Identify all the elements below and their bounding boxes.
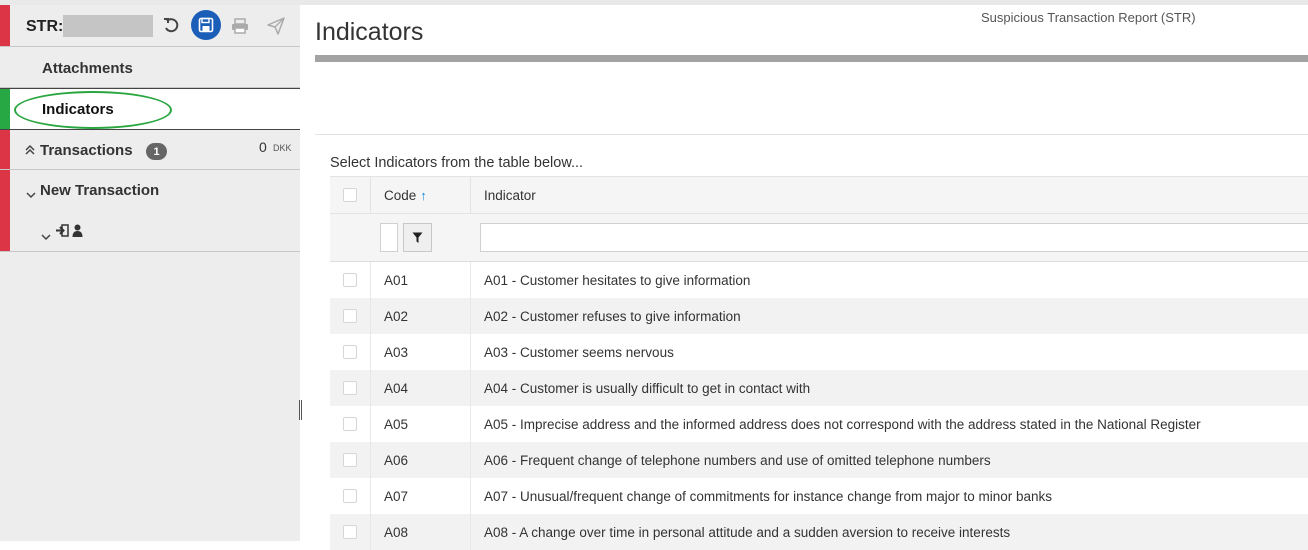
table-row[interactable]: A03 A03 - Customer seems nervous [330, 334, 1308, 370]
chevron-up-icon[interactable] [25, 143, 35, 161]
row-checkbox-cell [330, 514, 371, 550]
row-checkbox-cell [330, 262, 371, 298]
table-body: A01 A01 - Customer hesitates to give info… [330, 262, 1308, 550]
status-bar [0, 170, 10, 251]
indicator-cell: A03 - Customer seems nervous [484, 344, 674, 360]
save-icon [198, 17, 214, 33]
indicator-cell: A08 - A change over time in personal att… [484, 524, 1011, 540]
sidebar: STR: Attachments Indicators Transactions… [0, 5, 300, 541]
print-icon[interactable] [229, 15, 251, 37]
row-checkbox-cell [330, 406, 371, 442]
undo-icon[interactable] [160, 15, 182, 37]
filter-button[interactable] [403, 223, 432, 252]
sidebar-item-label: Attachments [42, 60, 133, 77]
table-row[interactable]: A01 A01 - Customer hesitates to give info… [330, 262, 1308, 298]
code-cell: A02 [371, 298, 471, 334]
row-checkbox-cell [330, 298, 371, 334]
code-cell: A05 [371, 406, 471, 442]
table-row[interactable]: A06 A06 - Frequent change of telephone nu… [330, 442, 1308, 478]
code-filter-input[interactable] [380, 223, 398, 252]
chevron-down-icon[interactable] [26, 186, 36, 204]
indicator-cell: A01 - Customer hesitates to give informa… [484, 272, 751, 288]
str-label: STR: [26, 18, 64, 35]
sidebar-item-indicators[interactable]: Indicators [0, 88, 300, 130]
sort-asc-icon: ↑ [420, 187, 427, 203]
report-type: Suspicious Transaction Report (STR) [981, 10, 1196, 25]
status-bar [0, 89, 10, 129]
amount-value: 0 [259, 139, 267, 155]
table-row[interactable]: A08 A08 - A change over time in personal … [330, 514, 1308, 550]
filter-icon [412, 232, 423, 243]
str-number-redacted [63, 15, 153, 37]
row-checkbox[interactable] [343, 381, 357, 395]
sidebar-item-new-transaction[interactable]: New Transaction [0, 170, 300, 252]
section-divider [315, 134, 1308, 135]
column-header-code[interactable]: Code ↑ [371, 177, 471, 213]
indicator-cell: A06 - Frequent change of telephone numbe… [484, 452, 991, 468]
select-all-checkbox[interactable] [343, 188, 357, 202]
status-bar [0, 130, 10, 169]
row-checkbox[interactable] [343, 525, 357, 539]
panel-splitter[interactable] [299, 400, 302, 420]
header-checkbox-cell [330, 177, 371, 213]
send-icon[interactable] [265, 15, 287, 37]
column-header-label: Indicator [484, 187, 536, 203]
row-checkbox[interactable] [343, 345, 357, 359]
filter-row [330, 214, 1308, 262]
indicator-cell: A07 - Unusual/frequent change of commitm… [484, 488, 1053, 504]
status-bar [0, 5, 10, 46]
count-badge: 1 [146, 143, 167, 160]
sidebar-item-label: Transactions [40, 142, 133, 159]
indicators-table: Code ↑ Indicator A01 A01 - Customer hesit… [330, 176, 1308, 550]
code-cell: A01 [371, 262, 471, 298]
sidebar-item-transactions[interactable]: Transactions 1 0 DKK [0, 130, 300, 170]
row-checkbox[interactable] [343, 453, 357, 467]
code-cell: A07 [371, 478, 471, 514]
row-checkbox[interactable] [343, 309, 357, 323]
str-header: STR: [0, 5, 300, 47]
user-icon [72, 224, 83, 242]
title-divider [315, 55, 1308, 62]
indicator-filter-input[interactable] [480, 223, 1308, 252]
row-checkbox[interactable] [343, 489, 357, 503]
table-header: Code ↑ Indicator [330, 176, 1308, 214]
sign-in-icon [55, 224, 69, 242]
row-checkbox-cell [330, 442, 371, 478]
indicator-cell: A04 - Customer is usually difficult to g… [484, 380, 811, 396]
table-row[interactable]: A05 A05 - Imprecise address and the infor… [330, 406, 1308, 442]
table-row[interactable]: A02 A02 - Customer refuses to give inform… [330, 298, 1308, 334]
row-checkbox[interactable] [343, 417, 357, 431]
sidebar-item-label: Indicators [42, 101, 114, 118]
table-row[interactable]: A07 A07 - Unusual/frequent change of comm… [330, 478, 1308, 514]
row-checkbox-cell [330, 334, 371, 370]
row-checkbox[interactable] [343, 273, 357, 287]
indicator-cell: A02 - Customer refuses to give informati… [484, 308, 741, 324]
code-cell: A04 [371, 370, 471, 406]
sidebar-item-label: New Transaction [40, 182, 160, 199]
save-button[interactable] [191, 10, 221, 40]
indicator-cell: A05 - Imprecise address and the informed… [484, 416, 1201, 432]
code-cell: A08 [371, 514, 471, 550]
column-header-indicator[interactable]: Indicator [471, 177, 1308, 213]
code-cell: A06 [371, 442, 471, 478]
column-header-label: Code [384, 187, 417, 203]
sidebar-item-attachments[interactable]: Attachments [0, 48, 300, 88]
chevron-down-icon[interactable] [41, 228, 51, 246]
page-title: Indicators [315, 18, 424, 46]
row-checkbox-cell [330, 478, 371, 514]
table-row[interactable]: A04 A04 - Customer is usually difficult t… [330, 370, 1308, 406]
amount-currency: DKK [273, 143, 292, 153]
instruction-text: Select Indicators from the table below..… [330, 155, 584, 171]
code-cell: A03 [371, 334, 471, 370]
row-checkbox-cell [330, 370, 371, 406]
